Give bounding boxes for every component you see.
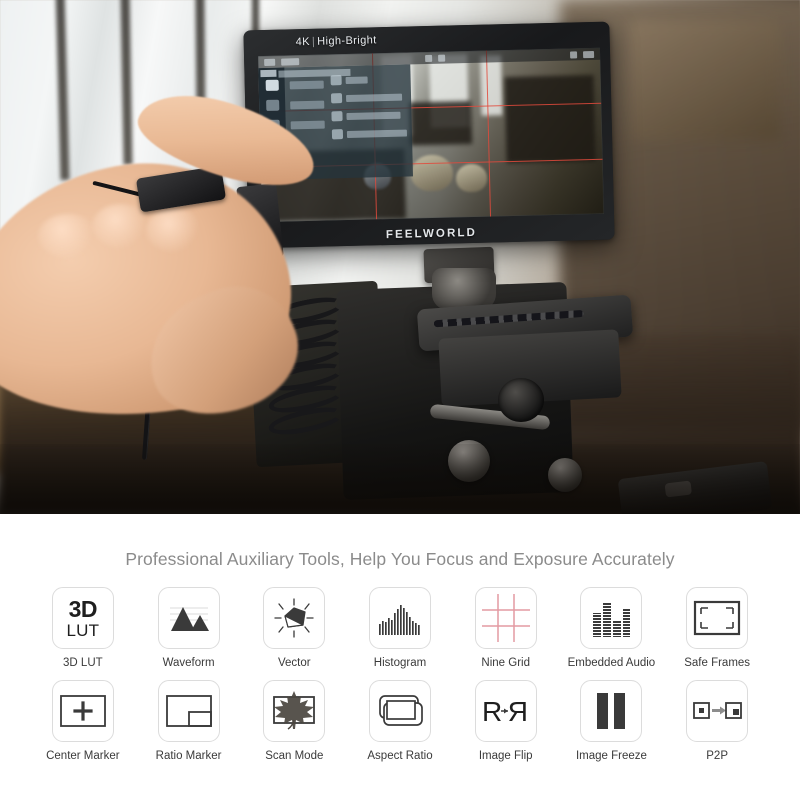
hero-photo: 4K | High-Bright FEELWORLD xyxy=(0,0,800,514)
feature-tile[interactable] xyxy=(157,587,220,649)
hand xyxy=(0,77,380,438)
feature-label: Histogram xyxy=(373,657,427,669)
image-flip-icon: R R xyxy=(482,696,528,727)
osd-battery-icon xyxy=(582,50,595,58)
feature-tile[interactable] xyxy=(157,679,220,742)
osd-status-chip xyxy=(281,57,300,66)
feature-waveform[interactable]: Waveform xyxy=(136,587,242,670)
features-grid: 3D LUT 3D LUT Waveform Vector Histogram … xyxy=(0,587,800,762)
vectorscope-icon xyxy=(274,598,314,638)
osd-item-label xyxy=(345,75,368,84)
photo-bottom-vignette xyxy=(0,444,800,514)
feature-tile[interactable] xyxy=(263,679,326,742)
monitor-mode-separator: | xyxy=(311,35,316,48)
lens-cap xyxy=(498,378,544,422)
svg-text:R: R xyxy=(482,696,502,727)
live-view-object xyxy=(409,100,473,146)
feature-label: Safe Frames xyxy=(684,657,751,669)
feature-tile[interactable]: 3D LUT xyxy=(51,587,114,649)
feature-scan-mode[interactable]: Scan Mode xyxy=(241,679,347,763)
feature-tile[interactable] xyxy=(686,679,749,742)
feature-label: Nine Grid xyxy=(481,657,530,669)
safe-frames-icon xyxy=(694,600,741,636)
knuckle xyxy=(38,214,98,258)
feature-center-marker[interactable]: Center Marker xyxy=(30,679,136,763)
feature-label: Aspect Ratio xyxy=(367,749,433,762)
feature-embedded-audio[interactable]: Embedded Audio xyxy=(559,587,665,670)
svg-text:R: R xyxy=(507,696,527,727)
ratio-marker-icon xyxy=(165,694,212,727)
feature-label: 3D LUT xyxy=(63,657,103,669)
feature-vector[interactable]: Vector xyxy=(241,587,347,670)
lut-icon: 3D LUT xyxy=(66,595,100,640)
waveform-icon xyxy=(169,607,209,631)
feature-label: Center Marker xyxy=(46,749,120,762)
feature-aspect-ratio[interactable]: Aspect Ratio xyxy=(347,679,453,763)
feature-tile[interactable] xyxy=(580,587,643,649)
feature-label: Ratio Marker xyxy=(155,749,222,762)
monitor-mode-4k: 4K xyxy=(295,35,311,49)
feature-tile[interactable] xyxy=(474,587,537,649)
feature-image-freeze[interactable]: Image Freeze xyxy=(559,679,665,763)
maple-leaf-icon xyxy=(273,690,316,730)
feature-image-flip[interactable]: R R Image Flip xyxy=(453,679,559,763)
pause-bars-icon xyxy=(597,692,626,729)
nine-grid-icon xyxy=(481,594,530,642)
feature-p2p[interactable]: P2P xyxy=(664,679,770,763)
live-view-vase xyxy=(455,163,488,193)
feature-label: P2P xyxy=(706,749,729,762)
monitor-mode-bright: High-Bright xyxy=(317,34,377,48)
center-marker-icon xyxy=(59,694,106,727)
audio-meter-icon xyxy=(593,602,631,637)
knuckle xyxy=(146,208,202,252)
feature-label: Image Freeze xyxy=(575,749,647,762)
background-shelf xyxy=(630,20,780,140)
osd-tab[interactable] xyxy=(265,79,279,91)
feature-nine-grid[interactable]: Nine Grid xyxy=(453,587,559,670)
feature-tile[interactable] xyxy=(263,587,326,649)
osd-menu-entry[interactable] xyxy=(289,80,324,90)
feature-safe-frames[interactable]: Safe Frames xyxy=(664,587,770,670)
feature-label: Embedded Audio xyxy=(567,657,656,669)
feature-tile[interactable] xyxy=(580,679,643,742)
feature-label: Scan Mode xyxy=(265,749,324,762)
feature-label: Image Flip xyxy=(478,749,533,762)
feature-3d-lut[interactable]: 3D LUT 3D LUT xyxy=(30,587,136,670)
osd-status-chip xyxy=(264,58,276,66)
live-view-vase xyxy=(410,154,453,192)
osd-status-chip xyxy=(569,50,578,59)
feature-tile[interactable]: R R xyxy=(474,679,537,742)
lut-icon-bottom: LUT xyxy=(66,620,100,640)
monitor-mode-label: 4K | High-Bright xyxy=(296,34,377,48)
features-heading: Professional Auxiliary Tools, Help You F… xyxy=(125,549,675,569)
live-view-window xyxy=(480,55,503,116)
feature-histogram[interactable]: Histogram xyxy=(347,587,453,670)
osd-menu-title xyxy=(260,69,277,78)
histogram-icon xyxy=(378,605,420,635)
feature-ratio-marker[interactable]: Ratio Marker xyxy=(136,679,242,763)
lut-icon-top: 3D xyxy=(68,595,98,622)
osd-status-chip xyxy=(437,54,445,62)
feature-tile[interactable] xyxy=(686,587,749,649)
osd-item-icon xyxy=(330,75,342,86)
aspect-ratio-icon xyxy=(379,694,423,726)
feature-label: Waveform xyxy=(162,657,215,669)
features-section: Professional Auxiliary Tools, Help You F… xyxy=(0,514,800,800)
feature-label: Vector xyxy=(277,657,311,669)
live-view-object xyxy=(504,74,596,163)
pixel-to-pixel-icon xyxy=(693,701,743,719)
feature-tile[interactable] xyxy=(368,679,431,742)
osd-status-chip xyxy=(424,54,432,62)
feature-tile[interactable] xyxy=(368,587,431,649)
feature-tile[interactable] xyxy=(51,679,114,742)
